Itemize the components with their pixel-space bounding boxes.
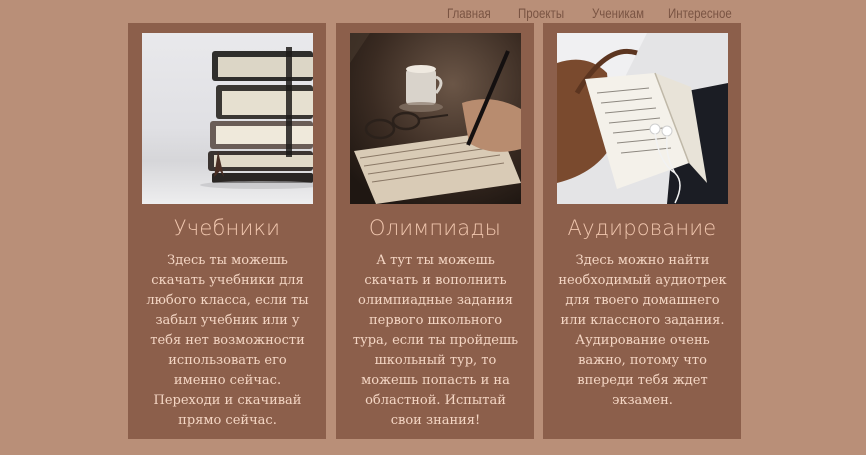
listening-photo [557,33,728,204]
top-nav: Главная Проекты Ученикам Интересное [447,5,746,21]
card-title: Олимпиады [368,216,502,240]
card-textbooks[interactable]: Учебники Здесь ты можешь скачать учебник… [128,23,326,439]
nav-interesting-link[interactable]: Интересное [668,5,732,21]
card-listening[interactable]: Аудирование Здесь можно найти необходимы… [543,23,741,439]
nav-students-link[interactable]: Ученикам [592,5,654,21]
textbooks-photo [142,33,313,204]
card-description: Здесь можно найти необходимый аудиотрек … [558,253,727,408]
olympiads-photo [350,33,521,204]
nav-home-link[interactable]: Главная [447,5,505,21]
card-title: Аудирование [567,216,717,240]
card-description: А тут ты можешь скачать и вополнить олим… [352,253,519,428]
card-title: Учебники [173,216,281,240]
card-olympiads[interactable]: Олимпиады А тут ты можешь скачать и вопо… [336,23,534,439]
nav-projects-link[interactable]: Проекты [518,5,579,21]
card-description: Здесь ты можешь скачать учебники для люб… [146,253,309,428]
